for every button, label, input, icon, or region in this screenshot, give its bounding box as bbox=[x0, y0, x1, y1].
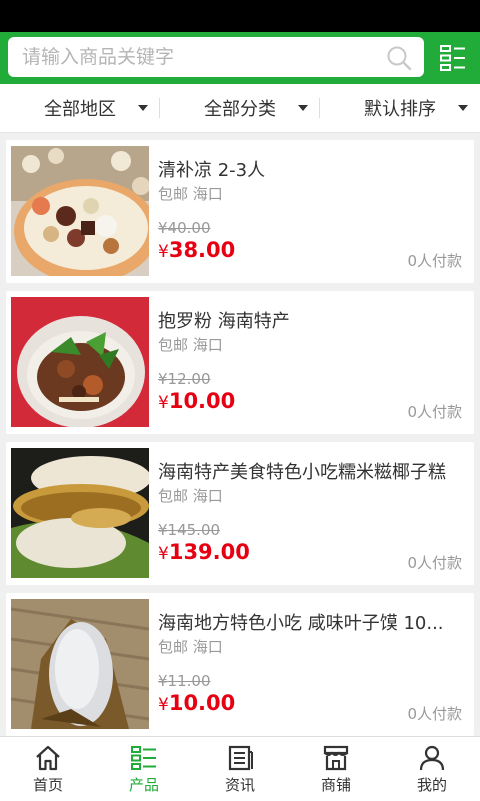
tab-news-label: 资讯 bbox=[224, 776, 255, 794]
tab-products-label: 产品 bbox=[128, 776, 159, 794]
search-input[interactable] bbox=[8, 37, 382, 77]
product-title[interactable]: 抱罗粉 海南特产 bbox=[158, 307, 470, 333]
category-menu-icon[interactable] bbox=[440, 44, 466, 72]
tab-news[interactable]: 资讯 bbox=[192, 737, 288, 801]
product-sales-count: 0人付款 bbox=[407, 403, 462, 421]
price-value: 10.00 bbox=[168, 389, 236, 413]
product-original-price: ¥11.00 bbox=[158, 672, 211, 690]
tab-shop-label: 商铺 bbox=[320, 776, 351, 794]
product-original-price: ¥12.00 bbox=[158, 370, 211, 388]
filter-region-label: 全部地区 bbox=[44, 99, 116, 120]
tab-shop[interactable]: 商铺 bbox=[288, 737, 384, 801]
product-price: ¥139.00 bbox=[158, 540, 250, 564]
price-value: 139.00 bbox=[168, 540, 250, 564]
tab-profile[interactable]: 我的 bbox=[384, 737, 480, 801]
product-title[interactable]: 清补凉 2-3人 bbox=[158, 156, 470, 182]
price-currency: ¥ bbox=[158, 544, 169, 564]
product-card[interactable]: 抱罗粉 海南特产 包邮 海口 ¥12.00 ¥10.00 0人付款 bbox=[6, 291, 474, 434]
search-icon[interactable] bbox=[386, 45, 412, 71]
product-price: ¥10.00 bbox=[158, 389, 235, 413]
price-value: 10.00 bbox=[168, 691, 236, 715]
search-box bbox=[8, 37, 424, 77]
product-image bbox=[11, 297, 149, 427]
tab-products[interactable]: 产品 bbox=[96, 737, 192, 801]
tab-home[interactable]: 首页 bbox=[0, 737, 96, 801]
product-shipping: 包邮 海口 bbox=[158, 638, 223, 656]
header-bar bbox=[0, 32, 480, 84]
product-title[interactable]: 海南特产美食特色小吃糯米糍椰子糕 bbox=[158, 458, 470, 484]
price-value: 38.00 bbox=[168, 238, 236, 262]
user-icon bbox=[419, 745, 445, 771]
product-card[interactable]: 海南地方特色小吃 咸味叶子馍 10... 包邮 海口 ¥11.00 ¥10.00… bbox=[6, 593, 474, 736]
product-card[interactable]: 清补凉 2-3人 包邮 海口 ¥40.00 ¥38.00 0人付款 bbox=[6, 140, 474, 283]
tab-home-label: 首页 bbox=[32, 776, 63, 794]
product-price: ¥10.00 bbox=[158, 691, 235, 715]
shop-icon bbox=[323, 745, 349, 771]
product-shipping: 包邮 海口 bbox=[158, 487, 223, 505]
bottom-tab-bar: 首页 产品 资讯 商铺 我的 bbox=[0, 736, 480, 801]
dropdown-arrow-icon bbox=[138, 105, 148, 111]
price-currency: ¥ bbox=[158, 393, 169, 413]
filter-category-label: 全部分类 bbox=[204, 99, 276, 120]
home-icon bbox=[36, 745, 60, 771]
filter-region[interactable]: 全部地区 bbox=[0, 84, 160, 132]
price-currency: ¥ bbox=[158, 242, 169, 262]
filter-sort[interactable]: 默认排序 bbox=[320, 84, 480, 132]
status-bar bbox=[0, 0, 480, 32]
tab-profile-label: 我的 bbox=[416, 776, 447, 794]
filter-sort-label: 默认排序 bbox=[364, 99, 436, 120]
product-sales-count: 0人付款 bbox=[407, 252, 462, 270]
product-original-price: ¥145.00 bbox=[158, 521, 221, 539]
product-shipping: 包邮 海口 bbox=[158, 185, 223, 203]
filter-category[interactable]: 全部分类 bbox=[160, 84, 320, 132]
product-image bbox=[11, 146, 149, 276]
product-card[interactable]: 海南特产美食特色小吃糯米糍椰子糕 包邮 海口 ¥145.00 ¥139.00 0… bbox=[6, 442, 474, 585]
price-currency: ¥ bbox=[158, 695, 169, 715]
dropdown-arrow-icon bbox=[458, 105, 468, 111]
product-shipping: 包邮 海口 bbox=[158, 336, 223, 354]
product-price: ¥38.00 bbox=[158, 238, 235, 262]
list-icon bbox=[131, 746, 156, 770]
dropdown-arrow-icon bbox=[298, 105, 308, 111]
product-image bbox=[11, 599, 149, 729]
product-sales-count: 0人付款 bbox=[407, 705, 462, 723]
filter-bar: 全部地区 全部分类 默认排序 bbox=[0, 84, 480, 133]
product-title[interactable]: 海南地方特色小吃 咸味叶子馍 10... bbox=[158, 609, 470, 635]
news-icon bbox=[228, 745, 253, 771]
product-original-price: ¥40.00 bbox=[158, 219, 211, 237]
product-image bbox=[11, 448, 149, 578]
product-sales-count: 0人付款 bbox=[407, 554, 462, 572]
